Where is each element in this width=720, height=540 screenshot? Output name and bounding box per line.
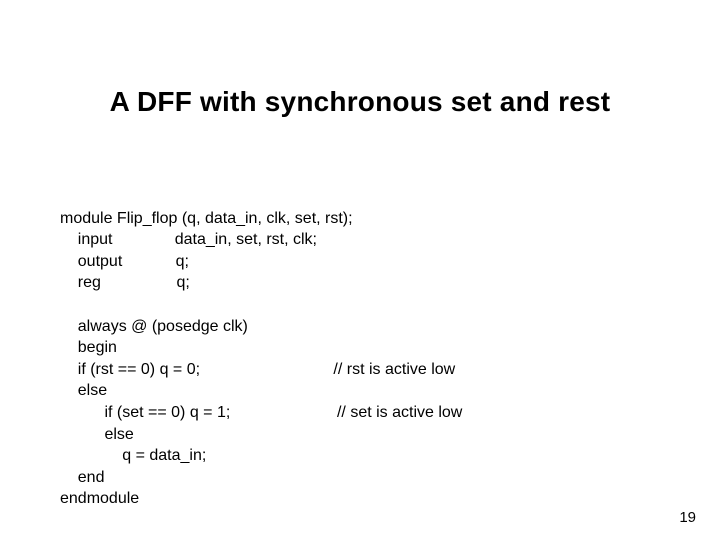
code-line: reg q;: [60, 274, 190, 291]
code-line: module Flip_flop (q, data_in, clk, set, …: [60, 210, 353, 227]
code-line: q = data_in;: [60, 447, 206, 464]
code-line: else: [60, 426, 134, 443]
page-number: 19: [679, 509, 696, 526]
code-line: endmodule: [60, 490, 139, 507]
slide: A DFF with synchronous set and rest modu…: [0, 0, 720, 540]
code-line: if (rst == 0) q = 0; // rst is active lo…: [60, 361, 455, 378]
code-block: module Flip_flop (q, data_in, clk, set, …: [60, 186, 462, 510]
code-line: always @ (posedge clk): [60, 318, 248, 335]
code-line: end: [60, 469, 104, 486]
code-line: begin: [60, 339, 117, 356]
slide-title: A DFF with synchronous set and rest: [0, 86, 720, 118]
code-line: output q;: [60, 253, 189, 270]
code-line: else: [60, 382, 107, 399]
code-line: input data_in, set, rst, clk;: [60, 231, 317, 248]
code-line: if (set == 0) q = 1; // set is active lo…: [60, 404, 462, 421]
